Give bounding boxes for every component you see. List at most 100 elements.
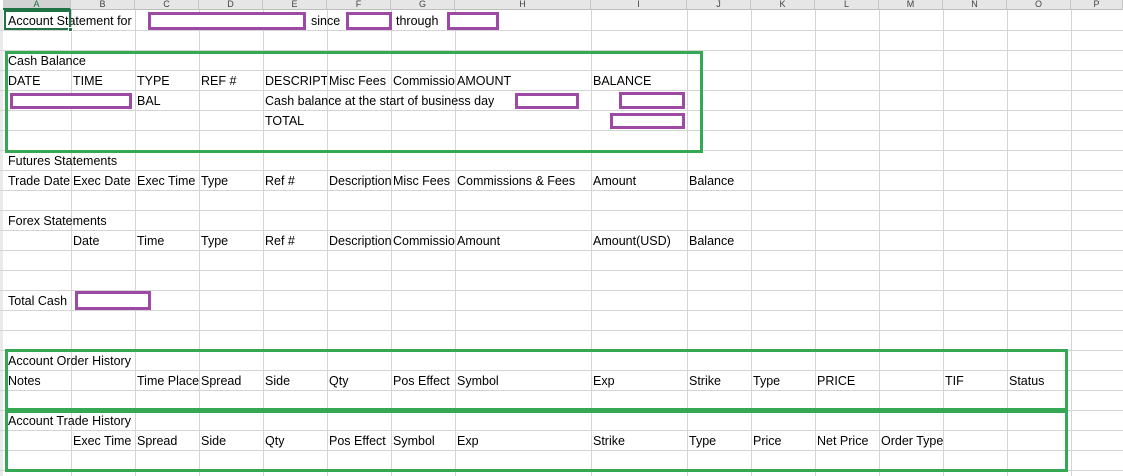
cash-header-misc-fees[interactable]: Misc Fees [327, 74, 391, 88]
forex-header-date[interactable]: Date [71, 234, 135, 248]
trade-header-exp[interactable]: Exp [455, 434, 591, 448]
order-header-strike[interactable]: Strike [687, 374, 751, 388]
forex-header-type[interactable]: Type [199, 234, 263, 248]
futures-header-ref[interactable]: Ref # [263, 174, 327, 188]
gridline-horizontal [0, 50, 1123, 51]
order-history-title[interactable]: Account Order History [6, 354, 131, 368]
fill-handle[interactable] [68, 27, 73, 32]
column-header-l[interactable]: L [815, 0, 879, 10]
trade-header-order-type[interactable]: Order Type [879, 434, 943, 448]
futures-header-amount[interactable]: Amount [591, 174, 687, 188]
order-header-status[interactable]: Status [1007, 374, 1071, 388]
trade-header-side[interactable]: Side [199, 434, 263, 448]
gridline-horizontal [0, 290, 1123, 291]
column-header-d[interactable]: D [199, 0, 263, 10]
trade-header-strike[interactable]: Strike [591, 434, 687, 448]
futures-header-exec-time[interactable]: Exec Time [135, 174, 199, 188]
trade-header-pos-effect[interactable]: Pos Effect [327, 434, 391, 448]
gridline-horizontal [0, 210, 1123, 211]
column-header-j[interactable]: J [687, 0, 751, 10]
trade-header-qty[interactable]: Qty [263, 434, 327, 448]
column-header-h[interactable]: H [455, 0, 591, 10]
futures-title[interactable]: Futures Statements [6, 154, 117, 168]
column-header-g[interactable]: G [391, 0, 455, 10]
order-header-time-placed[interactable]: Time Placed [135, 374, 199, 388]
cash-header-amount[interactable]: AMOUNT [455, 74, 591, 88]
forex-header-ref[interactable]: Ref # [263, 234, 327, 248]
gridline-horizontal [0, 310, 1123, 311]
cash-balance-title[interactable]: Cash Balance [6, 54, 86, 68]
order-header-spread[interactable]: Spread [199, 374, 263, 388]
futures-header-balance[interactable]: Balance [687, 174, 751, 188]
cash-header-description[interactable]: DESCRIPTION [263, 74, 327, 88]
redacted-through-date [447, 12, 499, 30]
order-header-pos-effect[interactable]: Pos Effect [391, 374, 455, 388]
active-cell-selection[interactable] [4, 10, 71, 30]
futures-header-trade-date[interactable]: Trade Date [6, 174, 71, 188]
column-header-n[interactable]: N [943, 0, 1007, 10]
column-header-a[interactable]: A [3, 0, 71, 10]
forex-header-description[interactable]: Description [327, 234, 391, 248]
cash-header-commissions[interactable]: Commissions [391, 74, 455, 88]
column-header-b[interactable]: B [71, 0, 135, 10]
order-header-notes[interactable]: Notes [6, 374, 71, 388]
gridline-vertical [751, 10, 752, 476]
order-header-tif[interactable]: TIF [943, 374, 1007, 388]
column-header-f[interactable]: F [327, 0, 391, 10]
order-header-exp[interactable]: Exp [591, 374, 687, 388]
forex-header-balance[interactable]: Balance [687, 234, 751, 248]
cash-header-time[interactable]: TIME [71, 74, 135, 88]
gridline-horizontal [0, 30, 1123, 31]
column-header-o[interactable]: O [1007, 0, 1071, 10]
order-header-qty[interactable]: Qty [327, 374, 391, 388]
gridline-horizontal [0, 130, 1123, 131]
futures-header-description[interactable]: Description [327, 174, 391, 188]
column-header-m[interactable]: M [879, 0, 943, 10]
order-header-symbol[interactable]: Symbol [455, 374, 591, 388]
redacted-since-date [346, 12, 392, 30]
gridline-vertical [879, 10, 880, 476]
cash-header-balance[interactable]: BALANCE [591, 74, 687, 88]
trade-header-type[interactable]: Type [687, 434, 751, 448]
cash-header-date[interactable]: DATE [6, 74, 71, 88]
trade-header-exec-time[interactable]: Exec Time [71, 434, 135, 448]
trade-header-symbol[interactable]: Symbol [391, 434, 455, 448]
futures-header-type[interactable]: Type [199, 174, 263, 188]
forex-header-amount-usd[interactable]: Amount(USD) [591, 234, 687, 248]
gridline-horizontal [0, 470, 1123, 471]
trade-history-title[interactable]: Account Trade History [6, 414, 131, 428]
column-header-i[interactable]: I [591, 0, 687, 10]
cash-row-description[interactable]: Cash balance at the start of business da… [263, 94, 494, 108]
forex-header-commissions[interactable]: Commissions [391, 234, 455, 248]
column-header-e[interactable]: E [263, 0, 327, 10]
forex-header-time[interactable]: Time [135, 234, 199, 248]
futures-header-misc-fees[interactable]: Misc Fees [391, 174, 455, 188]
cash-row-type[interactable]: BAL [135, 94, 199, 108]
order-header-type[interactable]: Type [751, 374, 815, 388]
column-header-p[interactable]: P [1071, 0, 1123, 10]
order-header-side[interactable]: Side [263, 374, 327, 388]
cash-total-label[interactable]: TOTAL [263, 114, 327, 128]
since-label[interactable]: since [309, 14, 340, 28]
gridline-horizontal [0, 390, 1123, 391]
cash-header-type[interactable]: TYPE [135, 74, 199, 88]
gridline-vertical [1007, 10, 1008, 476]
through-label[interactable]: through [394, 14, 438, 28]
gridline-horizontal [0, 270, 1123, 271]
futures-header-exec-date[interactable]: Exec Date [71, 174, 135, 188]
forex-header-amount[interactable]: Amount [455, 234, 591, 248]
spreadsheet-grid[interactable]: A B C D E F G H I J K L M N O P Account … [0, 0, 1123, 476]
column-header-k[interactable]: K [751, 0, 815, 10]
trade-header-price[interactable]: Price [751, 434, 815, 448]
redacted-cash-amount [515, 93, 579, 109]
total-cash-label[interactable]: Total Cash [6, 294, 71, 308]
trade-header-spread[interactable]: Spread [135, 434, 199, 448]
forex-title[interactable]: Forex Statements [6, 214, 107, 228]
futures-header-commissions-fees[interactable]: Commissions & Fees [455, 174, 591, 188]
trade-header-net-price[interactable]: Net Price [815, 434, 879, 448]
order-header-price[interactable]: PRICE [815, 374, 879, 388]
column-header-c[interactable]: C [135, 0, 199, 10]
cash-header-ref[interactable]: REF # [199, 74, 263, 88]
gridline-vertical [943, 10, 944, 476]
gridline-vertical [815, 10, 816, 476]
